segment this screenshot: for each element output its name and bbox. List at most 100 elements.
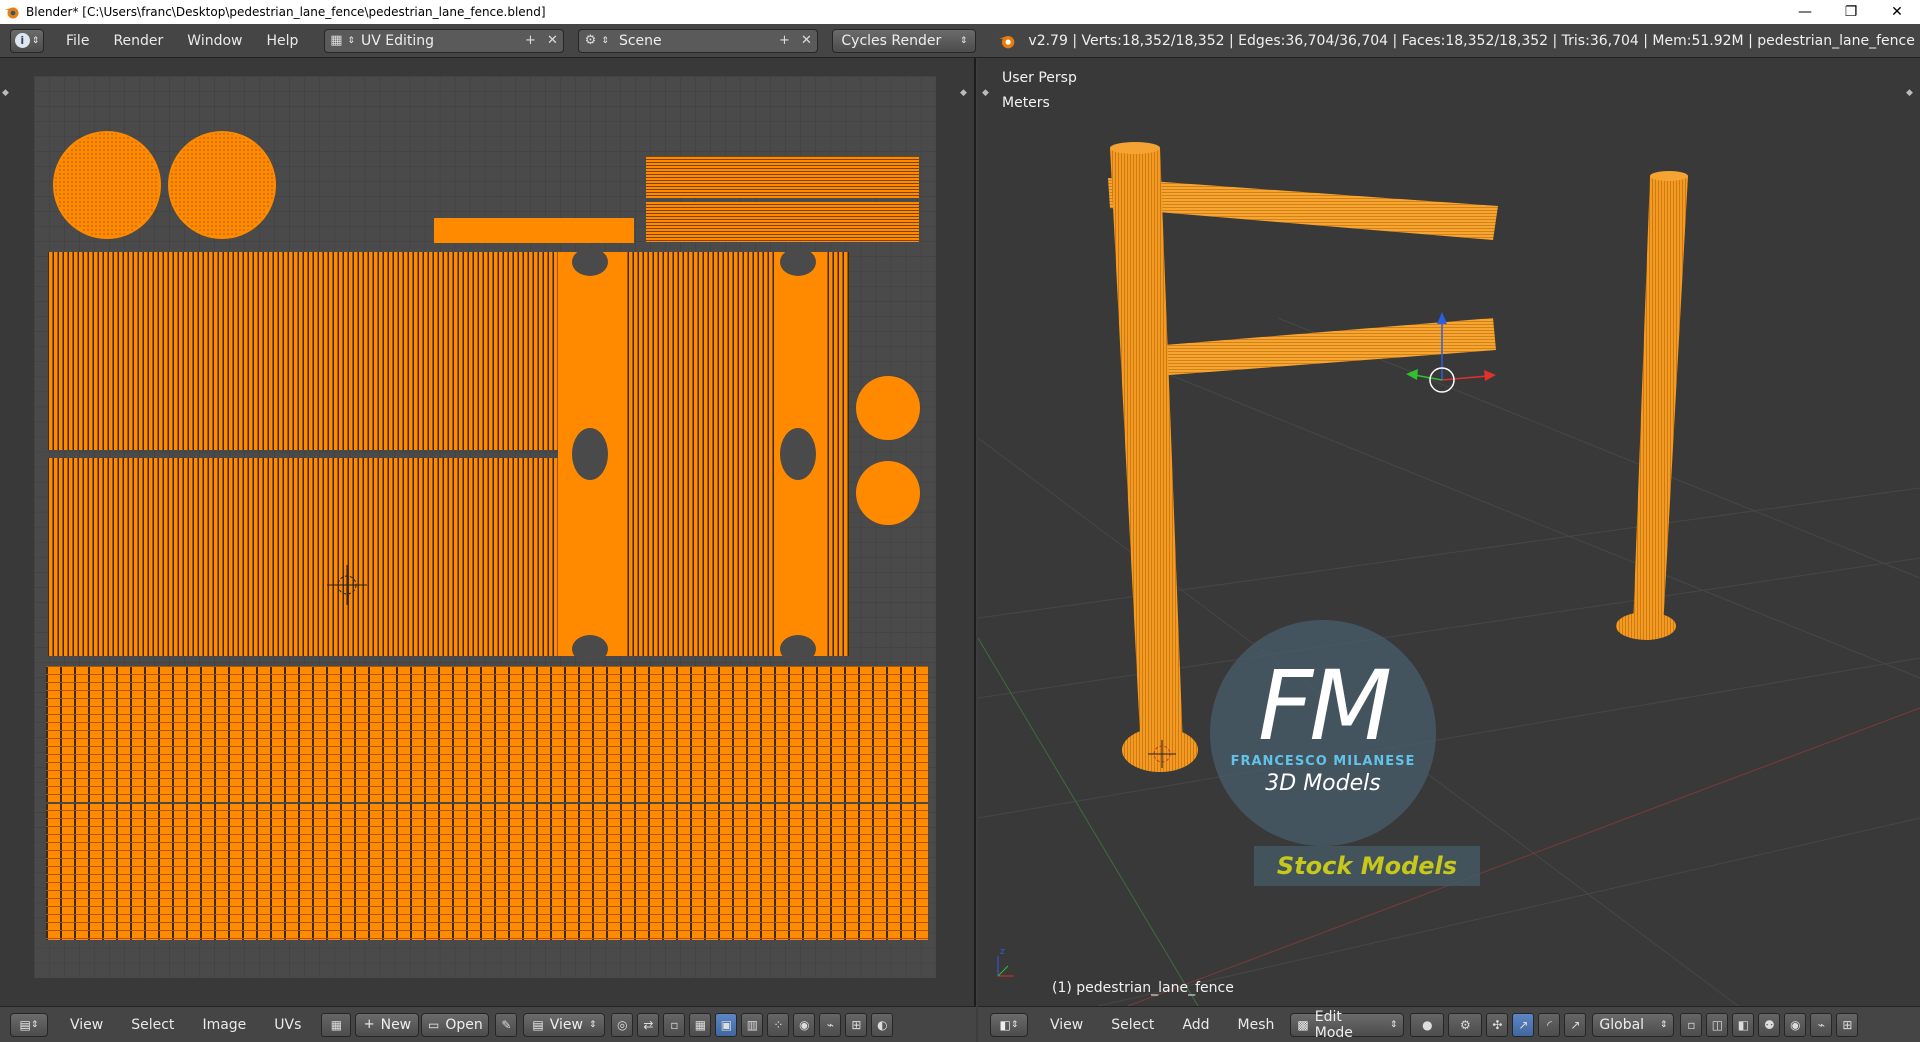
window-title: Blender* [C:\Users\franc\Desktop\pedestr…: [26, 5, 546, 19]
screen-layout-name: UV Editing: [360, 32, 434, 49]
channel-icon[interactable]: ◐: [871, 1012, 894, 1037]
image-browse-icon[interactable]: ▦: [321, 1012, 352, 1037]
uv-island-rail[interactable]: [46, 804, 928, 940]
snap-target-icon[interactable]: ⊞: [845, 1012, 868, 1037]
editor-type-image-button[interactable]: ▤ ⇕: [10, 1012, 48, 1037]
viewport-shading-icon[interactable]: ●: [1410, 1012, 1445, 1037]
uv-island-cap[interactable]: [53, 131, 161, 239]
scene-selector[interactable]: ⚙ ⇕ Scene + ✕: [578, 28, 819, 53]
uv-editor-header: ▤ ⇕ View Select Image UVs ▦ + New ▭ Open…: [0, 1006, 976, 1042]
add-icon[interactable]: +: [773, 30, 795, 52]
uv-island-strip[interactable]: [646, 202, 919, 242]
close-icon[interactable]: ✕: [795, 30, 817, 52]
new-image-button[interactable]: + New: [355, 1012, 420, 1037]
limit-selection-icon[interactable]: ⚉: [1758, 1012, 1781, 1037]
menu-select[interactable]: Select: [1097, 1017, 1168, 1033]
edit-mode-icon: ▩: [1297, 1017, 1309, 1032]
menu-render[interactable]: Render: [101, 33, 175, 49]
proportional-edit-icon[interactable]: ◉: [793, 1012, 816, 1037]
close-button[interactable]: ✕: [1874, 0, 1920, 24]
uv-island-rail[interactable]: [46, 666, 928, 802]
svg-text:z: z: [1000, 947, 1005, 957]
island-select-icon[interactable]: ▥: [741, 1012, 764, 1037]
post-top-cap: [1650, 171, 1688, 181]
screen-layout-selector[interactable]: ▦ ⇕ UV Editing + ✕: [324, 28, 565, 53]
uv-island-post[interactable]: [48, 252, 558, 450]
editor-type-info-button[interactable]: i ⇕: [10, 28, 44, 53]
uv-island-post[interactable]: [824, 252, 849, 656]
uv-island-post[interactable]: [48, 458, 558, 656]
menu-uvs[interactable]: UVs: [260, 1017, 315, 1033]
face-select-icon[interactable]: ▣: [715, 1012, 738, 1037]
menu-view[interactable]: View: [1036, 1017, 1097, 1033]
edge-select-icon[interactable]: ▦: [689, 1012, 712, 1037]
translate-manipulator-icon[interactable]: ↗: [1512, 1012, 1535, 1037]
mode-dropdown[interactable]: ▩ Edit Mode ⇕: [1290, 1009, 1405, 1041]
menu-select[interactable]: Select: [117, 1017, 188, 1033]
minimize-button[interactable]: —: [1782, 0, 1828, 24]
updown-arrows-icon: ⇕: [1659, 1019, 1668, 1030]
panel-expand-right-icon[interactable]: ◆: [960, 88, 967, 98]
uv-layout-canvas[interactable]: [34, 76, 936, 978]
snap-icon[interactable]: ⌁: [819, 1012, 842, 1037]
vertex-select-mode-icon[interactable]: ▫: [1680, 1012, 1703, 1037]
rotate-manipulator-icon[interactable]: ◜: [1538, 1012, 1561, 1037]
vertex-select-icon[interactable]: ▫: [663, 1012, 686, 1037]
render-engine-label: Cycles Render: [841, 32, 942, 49]
open-image-button[interactable]: ▭ Open: [421, 1012, 490, 1037]
orientation-axis-icon: z: [997, 947, 1014, 977]
scene-name: Scene: [618, 32, 662, 49]
face-select-mode-icon[interactable]: ◧: [1732, 1012, 1755, 1037]
updown-arrows-icon: ⇕: [588, 1019, 597, 1030]
view-mode-dropdown[interactable]: ▤ View ⇕: [523, 1012, 606, 1037]
open-image-label: Open: [445, 1016, 483, 1033]
menu-window[interactable]: Window: [175, 33, 254, 49]
pivot-icon[interactable]: ◎: [611, 1012, 634, 1037]
close-icon[interactable]: ✕: [541, 30, 563, 52]
uv-island-post[interactable]: [624, 252, 774, 656]
add-icon[interactable]: +: [519, 30, 541, 52]
3d-viewport[interactable]: ◆ ◆ User Persp Meters z FM FRANCESCO MIL…: [978, 58, 1920, 1006]
view-mode-label: View: [549, 1016, 583, 1033]
uv-island-strip[interactable]: [646, 156, 919, 198]
fence-left-post[interactable]: [1110, 145, 1183, 756]
pin-icon[interactable]: ✎: [495, 1012, 518, 1037]
snap-element-icon[interactable]: ⊞: [1836, 1012, 1859, 1037]
sticky-mode-icon[interactable]: ⁘: [767, 1012, 790, 1037]
uv-island-cap[interactable]: [168, 131, 276, 239]
updown-arrows-icon: ⇕: [1010, 1019, 1019, 1030]
menu-view[interactable]: View: [56, 1017, 117, 1033]
uv-notch: [572, 635, 608, 663]
folder-icon: ▭: [428, 1017, 440, 1032]
scale-manipulator-icon[interactable]: ↗: [1564, 1012, 1587, 1037]
fence-right-post[interactable]: [1633, 173, 1688, 631]
fence-top-rail[interactable]: [1108, 178, 1498, 240]
editor-type-3d-button[interactable]: ◧ ⇕: [990, 1012, 1028, 1037]
uv-island-cap[interactable]: [856, 461, 920, 525]
panel-expand-left-icon[interactable]: ◆: [2, 88, 9, 98]
menu-file[interactable]: File: [54, 33, 101, 49]
menu-image[interactable]: Image: [188, 1017, 260, 1033]
render-engine-dropdown[interactable]: Cycles Render ⇕: [832, 28, 977, 53]
maximize-button[interactable]: ❐: [1828, 0, 1874, 24]
transform-orientation-dropdown[interactable]: Global ⇕: [1592, 1012, 1675, 1037]
fence-middle-rail[interactable]: [1128, 318, 1496, 378]
uv-island-cap[interactable]: [856, 376, 920, 440]
proportional-edit-icon[interactable]: ◉: [1784, 1012, 1807, 1037]
menu-mesh[interactable]: Mesh: [1224, 1017, 1289, 1033]
menu-add[interactable]: Add: [1168, 1017, 1223, 1033]
edge-select-mode-icon[interactable]: ◫: [1706, 1012, 1729, 1037]
menu-help[interactable]: Help: [254, 33, 310, 49]
floor-grid: [978, 317, 1920, 1006]
add-icon: +: [363, 1017, 375, 1032]
snap-icon[interactable]: ⌁: [1810, 1012, 1833, 1037]
uv-island-strip[interactable]: [434, 218, 634, 243]
sync-selection-icon[interactable]: ⇄: [637, 1012, 660, 1037]
pivot-point-icon[interactable]: ⚙: [1448, 1012, 1483, 1037]
uv-image-editor[interactable]: ◆ ◆: [0, 58, 976, 1006]
watermark-stock-models: Stock Models: [1254, 846, 1480, 886]
scene-icon: ⚙: [584, 33, 597, 48]
manipulator-toggle-icon[interactable]: ✣: [1486, 1012, 1509, 1037]
post-top-cap: [1110, 142, 1160, 154]
active-object-label: (1) pedestrian_lane_fence: [1052, 980, 1234, 996]
